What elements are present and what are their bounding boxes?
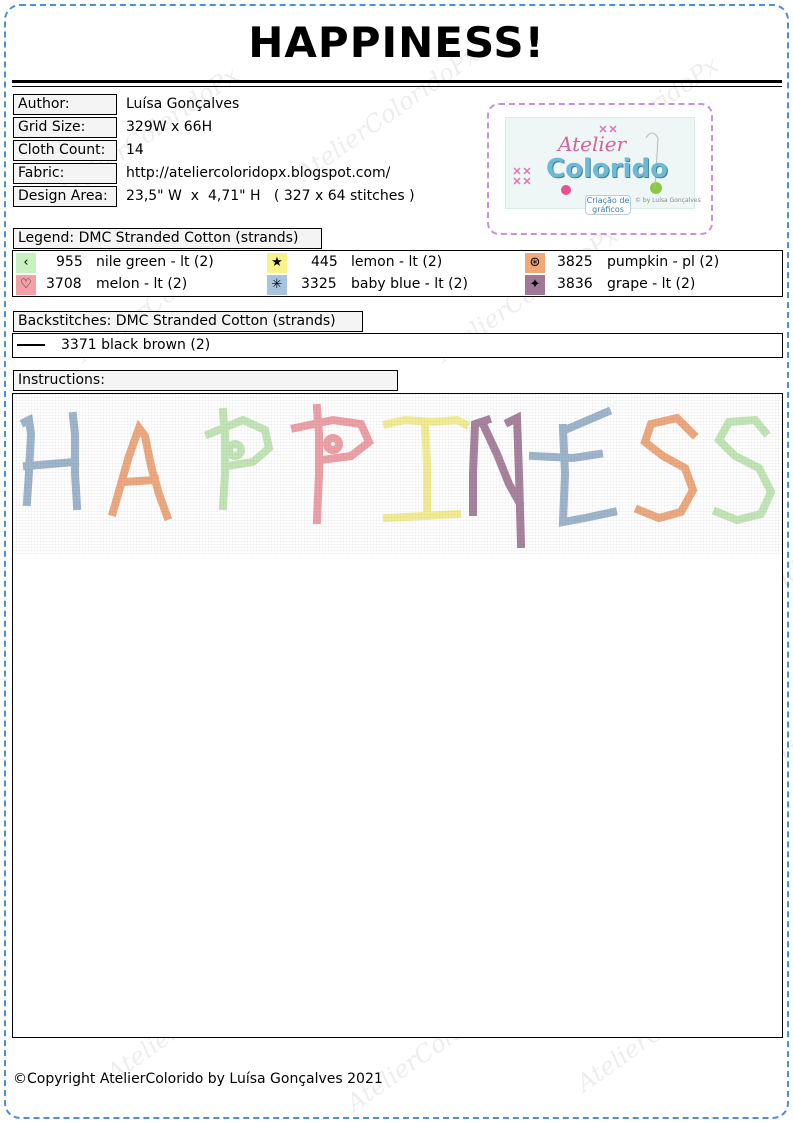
logo-creation-badge: Criação de gráficos bbox=[585, 195, 631, 215]
backstitch-item: 3371 black brown (2) bbox=[61, 337, 211, 353]
cloth-count-label: Cloth Count: bbox=[13, 140, 117, 161]
logo-byline: © by Luísa Gonçalves bbox=[635, 197, 701, 204]
pattern-lettering bbox=[13, 394, 782, 554]
legend-name: melon - lt (2) bbox=[96, 276, 188, 292]
legend-name: nile green - lt (2) bbox=[96, 254, 214, 270]
design-area-label: Design Area: bbox=[13, 186, 117, 207]
atelier-logo: Atelier Colorido Criação de gráficos © b… bbox=[487, 103, 713, 235]
cloth-count-value: 14 bbox=[126, 142, 144, 158]
logo-atelier-text: Atelier bbox=[558, 132, 627, 156]
title-divider-thin bbox=[12, 86, 782, 87]
legend-code: 445 bbox=[311, 254, 338, 270]
legend-box: ‹ 955 nile green - lt (2) ★ 445 lemon - … bbox=[12, 250, 783, 297]
fabric-link[interactable]: http://ateliercoloridopx.blogspot.com/ bbox=[126, 163, 390, 184]
title-divider bbox=[12, 80, 782, 83]
backstitch-header: Backstitches: DMC Stranded Cotton (stran… bbox=[13, 311, 363, 332]
backstitch-line-icon bbox=[17, 344, 45, 346]
page-title: HAPPINESS! bbox=[248, 18, 545, 67]
fabric-label: Fabric: bbox=[13, 163, 117, 184]
backstitch-box: 3371 black brown (2) bbox=[12, 333, 783, 358]
legend-name: pumpkin - pl (2) bbox=[607, 254, 720, 270]
grid-size-label: Grid Size: bbox=[13, 117, 117, 138]
legend-code: 3836 bbox=[557, 276, 593, 292]
legend-symbol-icon: ★ bbox=[267, 253, 287, 273]
legend-code: 3708 bbox=[46, 276, 82, 292]
legend-name: lemon - lt (2) bbox=[351, 254, 443, 270]
instructions-header: Instructions: bbox=[13, 370, 398, 391]
design-area-value: 23,5" W x 4,71" H ( 327 x 64 stitches ) bbox=[126, 188, 415, 204]
legend-code: 3825 bbox=[557, 254, 593, 270]
legend-symbol-icon: ⊛ bbox=[525, 253, 545, 273]
author-value: Luísa Gonçalves bbox=[126, 96, 240, 112]
author-label: Author: bbox=[13, 94, 117, 115]
legend-symbol-icon: ♡ bbox=[16, 275, 36, 295]
legend-symbol-icon: ✦ bbox=[525, 275, 545, 295]
grid-size-value: 329W x 66H bbox=[126, 119, 213, 135]
legend-name: grape - lt (2) bbox=[607, 276, 696, 292]
logo-colorido-text: Colorido bbox=[546, 154, 668, 184]
legend-code: 3325 bbox=[301, 276, 337, 292]
legend-name: baby blue - lt (2) bbox=[351, 276, 468, 292]
legend-header: Legend: DMC Stranded Cotton (strands) bbox=[13, 228, 322, 249]
copyright-notice: ©Copyright AtelierColorido by Luísa Gonç… bbox=[13, 1071, 383, 1087]
legend-symbol-icon: ✳ bbox=[267, 275, 287, 295]
legend-symbol-icon: ‹ bbox=[16, 253, 36, 273]
legend-code: 955 bbox=[56, 254, 83, 270]
pattern-chart bbox=[12, 393, 783, 1038]
